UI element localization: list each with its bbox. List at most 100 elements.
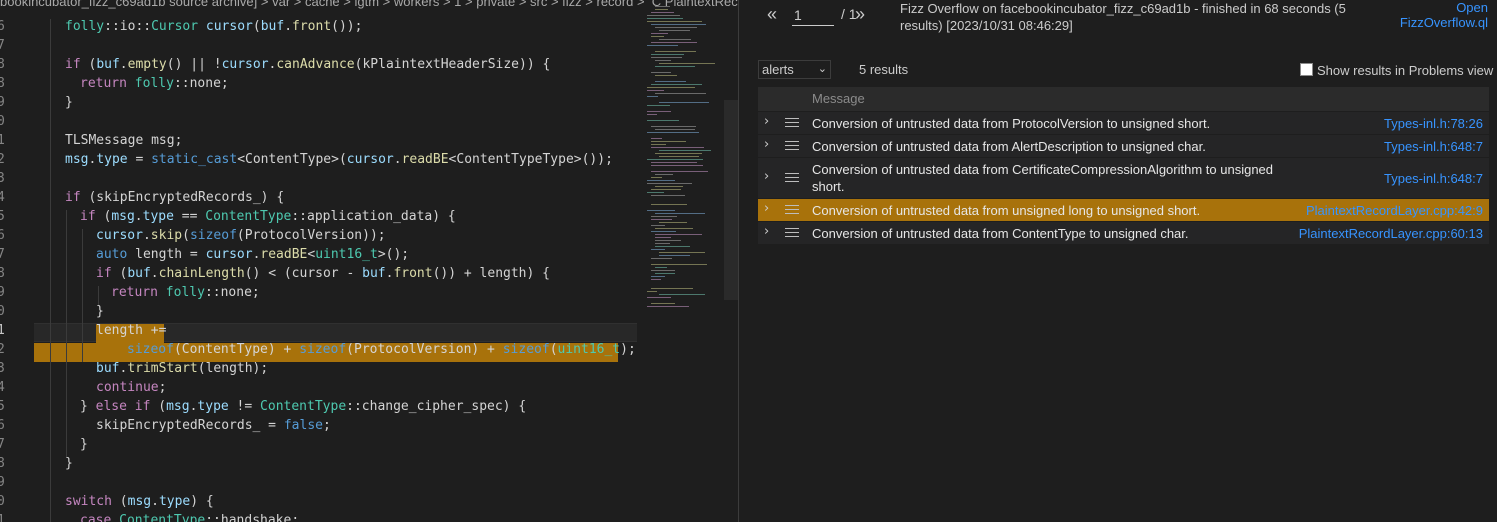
- code-line: }: [96, 304, 104, 319]
- indent-guide: [50, 19, 51, 522]
- line-number: 5: [0, 399, 5, 414]
- chevron-right-icon[interactable]: ›: [764, 201, 769, 216]
- line-number: 9: [0, 475, 5, 490]
- code-line: return folly::none;: [80, 76, 229, 91]
- result-location-link[interactable]: Types-inl.h:648:7: [1384, 170, 1483, 187]
- line-number: 2: [0, 342, 5, 357]
- minimap-line: [655, 60, 671, 61]
- code-editor[interactable]: bookincubator_fizz_c69ad1b source archiv…: [0, 0, 738, 522]
- line-number: 1: [0, 323, 5, 338]
- minimap-line: [655, 9, 668, 10]
- line-number: 0: [0, 304, 5, 319]
- chevron-right-icon[interactable]: ›: [764, 114, 769, 129]
- table-row[interactable]: › Conversion of untrusted data from Prot…: [758, 112, 1489, 134]
- minimap-line: [651, 276, 665, 277]
- code-line: length +=: [96, 323, 167, 338]
- table-row-selected[interactable]: › Conversion of untrusted data from unsi…: [758, 199, 1489, 221]
- code-line: sizeof(ContentType) + sizeof(ProtocolVer…: [127, 342, 636, 357]
- code-line: return folly::none;: [111, 285, 260, 300]
- line-number: 6: [0, 228, 5, 243]
- code-line: auto length = cursor.readBE<uint16_t>();: [96, 247, 410, 262]
- minimap[interactable]: [643, 0, 723, 522]
- minimap-line: [655, 234, 702, 235]
- open-query-link[interactable]: Open FizzOverflow.ql: [1392, 0, 1488, 30]
- minimap-line: [647, 18, 683, 19]
- minimap-line: [647, 105, 670, 106]
- result-location-link[interactable]: PlaintextRecordLayer.cpp:42:9: [1306, 202, 1483, 219]
- code-line: continue;: [96, 380, 167, 395]
- minimap-line: [655, 174, 673, 175]
- line-number: 1: [0, 513, 5, 522]
- minimap-line: [655, 186, 683, 187]
- line-number: 1: [0, 133, 5, 148]
- minimap-line: [651, 225, 665, 226]
- breadcrumb[interactable]: bookincubator_fizz_c69ad1b source archiv…: [0, 0, 738, 11]
- minimap-line: [651, 144, 666, 145]
- minimap-line: [647, 291, 657, 292]
- table-row[interactable]: › Conversion of untrusted data from Cert…: [758, 158, 1489, 198]
- minimap-line: [647, 183, 692, 184]
- minimap-line: [659, 63, 715, 64]
- minimap-line: [647, 111, 671, 112]
- minimap-line: [651, 171, 708, 172]
- chevron-right-icon[interactable]: ›: [764, 137, 769, 152]
- minimap-line: [647, 120, 679, 121]
- line-number: 7: [0, 247, 5, 262]
- minimap-line: [659, 102, 709, 103]
- minimap-line: [651, 84, 702, 85]
- chevron-down-icon: ⌄: [817, 63, 827, 75]
- minimap-line: [647, 180, 675, 181]
- minimap-line: [651, 141, 686, 142]
- list-icon: [785, 115, 799, 127]
- line-number: 9: [0, 285, 5, 300]
- code-line: buf.trimStart(length);: [96, 361, 269, 376]
- minimap-line: [651, 264, 707, 265]
- minimap-line: [651, 147, 704, 148]
- minimap-line: [651, 24, 706, 25]
- minimap-line: [651, 195, 685, 196]
- indent-guide: [66, 210, 67, 457]
- code-line: } else if (msg.type != ContentType::chan…: [80, 399, 527, 414]
- editor-scrollbar[interactable]: [724, 100, 738, 300]
- minimap-line: [651, 36, 664, 37]
- result-message: Conversion of untrusted data from Protoc…: [812, 116, 1211, 131]
- problems-view-checkbox[interactable]: [1300, 63, 1313, 76]
- breadcrumb-text[interactable]: bookincubator_fizz_c69ad1b source archiv…: [0, 0, 738, 9]
- line-number: 0: [0, 114, 5, 129]
- page-number-input[interactable]: [792, 5, 834, 26]
- list-icon: [785, 170, 799, 182]
- result-message: Conversion of untrusted data from AlertD…: [812, 139, 1206, 154]
- result-location-link[interactable]: Types-inl.h:78:26: [1384, 115, 1483, 132]
- table-row[interactable]: › Conversion of untrusted data from Cont…: [758, 222, 1489, 244]
- list-icon: [785, 202, 799, 214]
- minimap-line: [655, 81, 686, 82]
- problems-view-toggle[interactable]: Show results in Problems view: [1300, 63, 1493, 78]
- code-line: if (skipEncryptedRecords_) {: [65, 190, 285, 205]
- minimap-line: [655, 6, 670, 7]
- minimap-line: [651, 177, 662, 178]
- minimap-line: [651, 249, 665, 250]
- code-line: }: [65, 456, 73, 471]
- result-set-select[interactable]: alerts ⌄: [758, 60, 831, 79]
- minimap-line: [647, 192, 664, 193]
- chevron-right-icon[interactable]: ›: [764, 169, 769, 184]
- double-chevron-right-icon[interactable]: »: [855, 4, 865, 25]
- minimap-line: [647, 87, 695, 88]
- double-chevron-left-icon[interactable]: «: [767, 4, 777, 25]
- code-line: }: [80, 437, 88, 452]
- result-location-link[interactable]: PlaintextRecordLayer.cpp:60:13: [1299, 225, 1483, 242]
- problems-view-label: Show results in Problems view: [1317, 63, 1494, 78]
- table-row[interactable]: › Conversion of untrusted data from Aler…: [758, 135, 1489, 157]
- minimap-line: [651, 279, 661, 280]
- minimap-line: [651, 33, 668, 34]
- minimap-line: [647, 114, 657, 115]
- minimap-line: [655, 51, 696, 52]
- line-number: 7: [0, 437, 5, 452]
- line-number: 8: [0, 266, 5, 281]
- line-number: 6: [0, 19, 5, 34]
- minimap-line: [655, 75, 677, 76]
- line-number: 6: [0, 418, 5, 433]
- chevron-right-icon[interactable]: ›: [764, 224, 769, 239]
- result-location-link[interactable]: Types-inl.h:648:7: [1384, 138, 1483, 155]
- minimap-line: [651, 204, 687, 205]
